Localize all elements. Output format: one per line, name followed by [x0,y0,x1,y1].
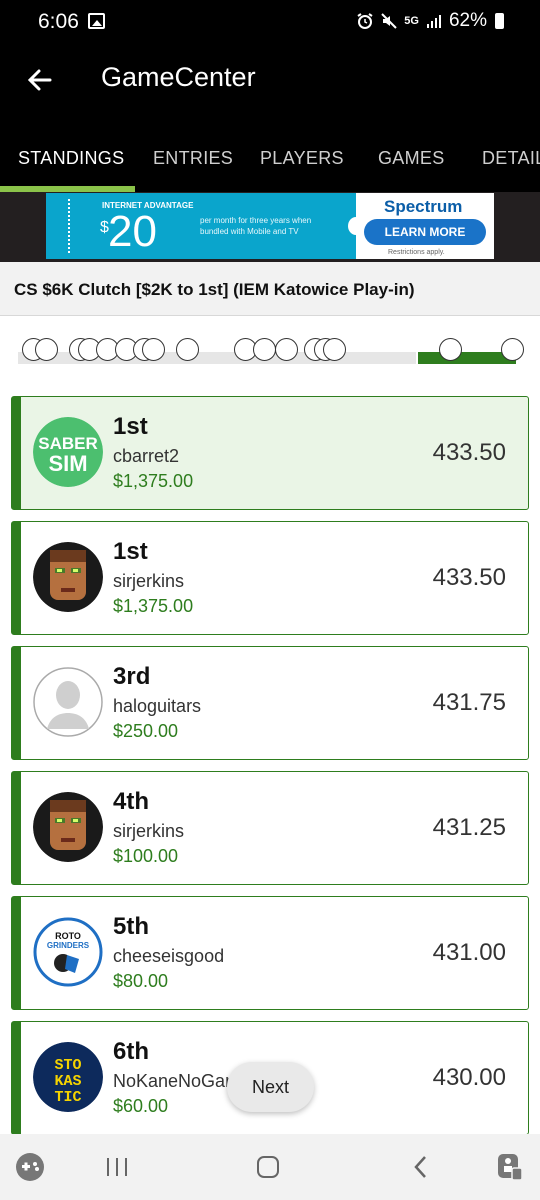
prize-amount: $1,375.00 [113,596,194,616]
alarm-icon [357,13,373,29]
username: cbarret2 [113,446,180,466]
ad-description: per month for three years when bundled w… [200,216,312,236]
app-title: GameCenter [101,62,256,92]
network-type-icon: 5G [404,15,419,27]
payout-strip[interactable] [0,326,540,376]
stokastic-avatar: STO KAS TIC [33,1042,103,1112]
rank-label: 4th [113,788,149,815]
signal-icon [426,15,441,28]
entry-marker [275,338,298,361]
accessibility-icon[interactable] [494,1152,526,1182]
prize-amount: $1,375.00 [113,471,194,491]
stokastic-logo-text-3: TIC [54,1089,81,1106]
ad-fine-print: Restrictions apply. [388,249,445,256]
ad-dotted-line [68,199,70,253]
ad-brand-logo: Spectrum [384,197,463,216]
standing-row[interactable]: 3rd haloguitars $250.00 431.75 [11,646,529,760]
prize-amount: $60.00 [113,1096,169,1116]
stokastic-logo-text-2: KAS [54,1073,81,1090]
doom-face-avatar [33,792,103,862]
image-notification-icon [88,13,105,29]
ad-price: 20 [108,207,157,256]
rank-label: 1st [113,538,148,565]
tab-bar: STANDINGS ENTRIES PLAYERS GAMES DETAIL [0,118,540,192]
prize-amount: $100.00 [113,846,179,866]
score: 430.00 [432,1064,506,1091]
entry-marker [323,338,346,361]
stokastic-logo-text-1: STO [54,1057,81,1074]
username: cheeseisgood [113,946,225,966]
score: 431.25 [432,814,506,841]
standing-row[interactable]: 1st sirjerkins $1,375.00 433.50 [11,521,529,635]
username: sirjerkins [113,571,185,591]
username: haloguitars [113,696,202,716]
status-time: 6:06 [38,10,79,33]
tab-players[interactable]: PLAYERS [260,148,344,169]
ad-creative[interactable]: INTERNET ADVANTAGE $ 20 per month for th… [46,193,494,259]
score: 431.00 [432,939,506,966]
status-bar: 6:06 5G 62% [0,0,540,44]
tab-entries[interactable]: ENTRIES [153,148,233,169]
score: 431.75 [432,689,506,716]
contest-title: CS $6K Clutch [$2K to 1st] (IEM Katowice… [14,280,415,299]
system-nav-bar [0,1134,540,1200]
rank-label: 5th [113,913,149,940]
ad-offer-panel: INTERNET ADVANTAGE $ 20 per month for th… [46,193,356,259]
entry-marker [176,338,199,361]
standing-row[interactable]: ROTO GRINDERS 5th cheeseisgood $80.00 43… [11,896,529,1010]
entry-marker [253,338,276,361]
ad-banner[interactable]: INTERNET ADVANTAGE $ 20 per month for th… [0,192,540,262]
back-arrow-icon[interactable] [22,62,58,98]
prize-amount: $250.00 [113,721,179,741]
prize-amount: $80.00 [113,971,169,991]
score: 433.50 [432,439,506,466]
tab-games[interactable]: GAMES [378,148,445,169]
rank-label: 1st [113,413,148,440]
rank-label: 3rd [113,663,151,690]
rotogrinders-logo-text-2: GRINDERS [47,941,90,950]
contest-header: CS $6K Clutch [$2K to 1st] (IEM Katowice… [0,262,540,316]
standing-row[interactable]: SABER SIM 1st cbarret2 $1,375.00 433.50 [11,396,529,510]
next-button[interactable]: Next [227,1062,314,1112]
default-user-avatar [33,667,103,737]
score: 433.50 [432,564,506,591]
home-icon[interactable] [255,1152,281,1182]
rotogrinders-logo-text-1: ROTO [55,931,81,941]
entry-marker [142,338,165,361]
status-icons: 5G 62% [356,10,504,32]
game-launcher-icon[interactable] [14,1152,46,1182]
recent-apps-icon[interactable] [104,1152,130,1182]
sabersim-logo-text-2: SIM [48,451,87,476]
rotogrinders-avatar: ROTO GRINDERS [33,917,103,987]
doom-face-avatar [33,542,103,612]
back-nav-icon[interactable] [408,1152,434,1182]
entry-marker [501,338,524,361]
entry-marker [35,338,58,361]
standing-row[interactable]: 4th sirjerkins $100.00 431.25 [11,771,529,885]
battery-icon [495,13,504,29]
ad-notch [348,217,364,235]
battery-percent: 62% [448,10,487,31]
sabersim-avatar: SABER SIM [33,417,103,487]
app-bar: GameCenter [0,44,540,118]
entry-marker [439,338,462,361]
rank-label: 6th [113,1038,149,1065]
mute-icon [381,13,397,29]
ad-learn-more-button[interactable]: LEARN MORE [364,219,486,245]
username: sirjerkins [113,821,185,841]
tab-detail[interactable]: DETAIL [482,148,540,169]
tab-standings[interactable]: STANDINGS [18,148,124,169]
